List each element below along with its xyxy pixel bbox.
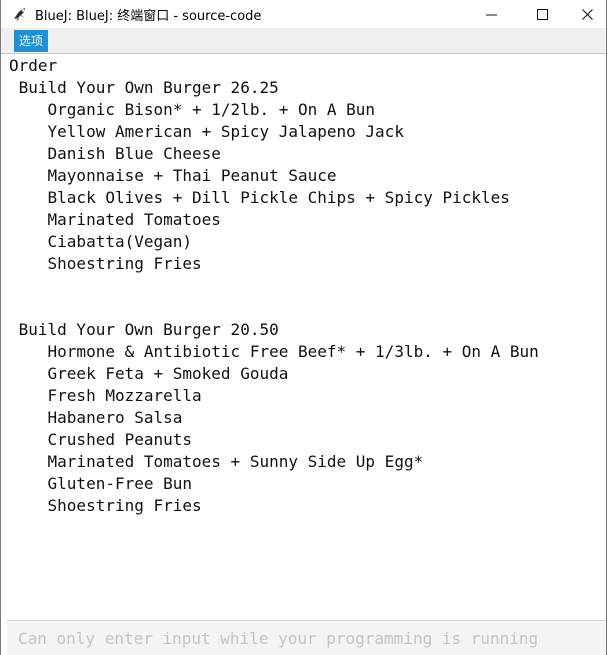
output-line: Shoestring Fries xyxy=(9,254,202,273)
terminal-output[interactable]: Order Build Your Own Burger 26.25 Organi… xyxy=(1,54,606,620)
close-icon xyxy=(581,8,593,20)
terminal-input-area xyxy=(7,620,606,655)
output-line: Marinated Tomatoes xyxy=(9,210,221,229)
minimize-button[interactable] xyxy=(468,0,514,28)
window-title: BlueJ: BlueJ: 终端窗口 - source-code xyxy=(35,9,262,24)
output-line: Shoestring Fries xyxy=(9,496,202,515)
output-line: Crushed Peanuts xyxy=(9,430,193,449)
output-line: Black Olives + Dill Pickle Chips + Spicy… xyxy=(9,188,510,207)
output-line: Mayonnaise + Thai Peanut Sauce xyxy=(9,166,337,185)
output-line: Greek Feta + Smoked Gouda xyxy=(9,364,289,383)
bluej-bird-icon xyxy=(12,6,28,22)
output-line: Build Your Own Burger 26.25 xyxy=(9,78,279,97)
menu-bar: 选项 xyxy=(1,28,606,54)
output-line: Gluten-Free Bun xyxy=(9,474,193,493)
maximize-icon xyxy=(536,8,548,20)
close-button[interactable] xyxy=(564,0,606,28)
output-line: Organic Bison* + 1/2lb. + On A Bun xyxy=(9,100,376,119)
terminal-input[interactable] xyxy=(7,621,606,655)
output-line: Build Your Own Burger 20.50 xyxy=(9,320,279,339)
output-line: Yellow American + Spicy Jalapeno Jack xyxy=(9,122,404,141)
output-line: Ciabatta(Vegan) xyxy=(9,232,193,251)
title-bar[interactable]: BlueJ: BlueJ: 终端窗口 - source-code xyxy=(1,0,606,28)
output-line: Hormone & Antibiotic Free Beef* + 1/3lb.… xyxy=(9,342,539,361)
output-line: Order xyxy=(9,56,58,75)
output-line: Fresh Mozzarella xyxy=(9,386,202,405)
output-line: Habanero Salsa xyxy=(9,408,183,427)
output-line: Danish Blue Cheese xyxy=(9,144,221,163)
options-menu[interactable]: 选项 xyxy=(14,30,49,52)
maximize-button[interactable] xyxy=(519,0,565,28)
terminal-window: BlueJ: BlueJ: 终端窗口 - source-code 选项 Orde… xyxy=(0,0,607,655)
minimize-icon xyxy=(485,9,497,20)
output-line: Marinated Tomatoes + Sunny Side Up Egg* xyxy=(9,452,424,471)
